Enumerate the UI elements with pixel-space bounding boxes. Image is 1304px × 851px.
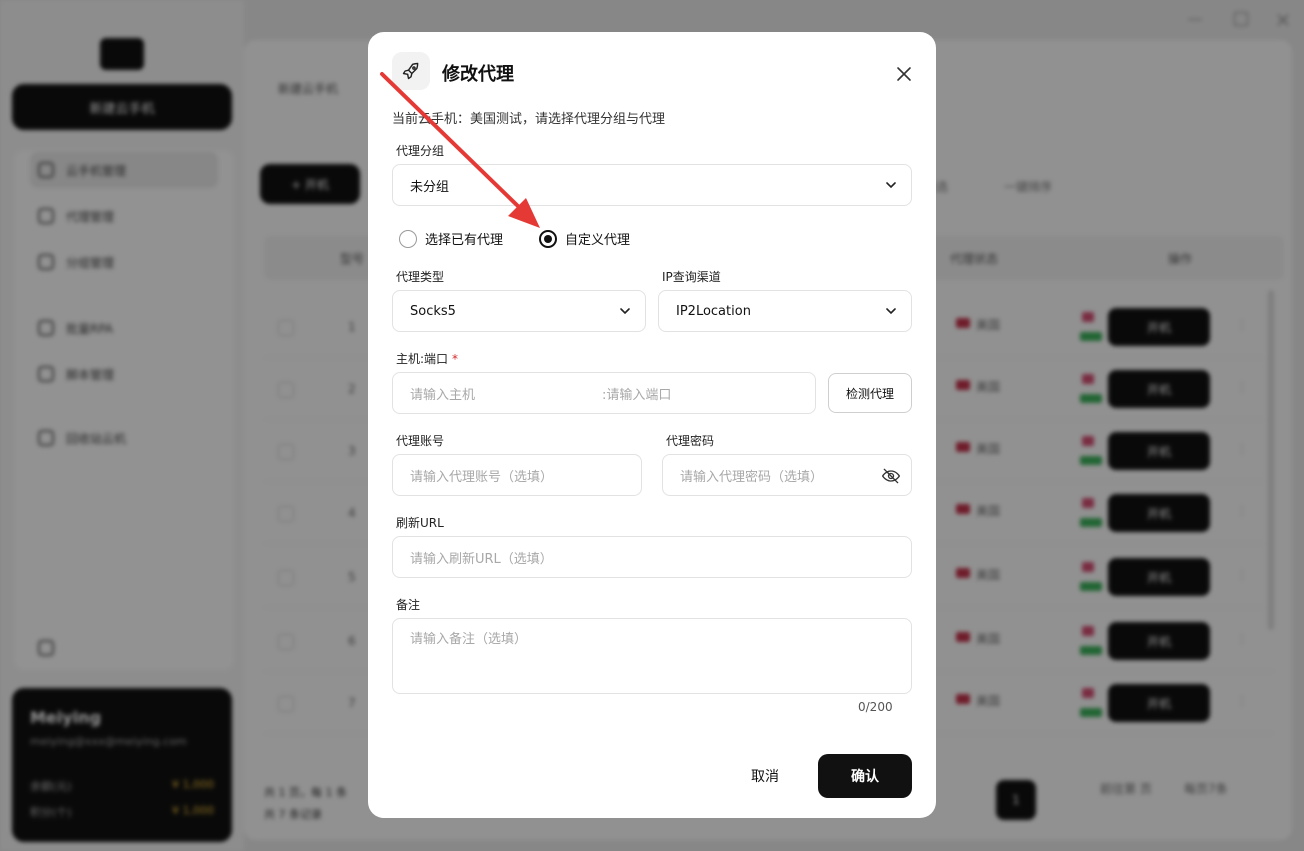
radio-circle-selected bbox=[539, 229, 557, 248]
chevron-down-icon bbox=[886, 308, 896, 315]
proxy-account-input[interactable]: 请输入代理账号（选填） bbox=[392, 454, 642, 496]
host-input[interactable]: 请输入主机 bbox=[410, 384, 602, 403]
refresh-url-input[interactable]: 请输入刷新URL（选填） bbox=[392, 536, 912, 578]
edit-proxy-modal: 修改代理 当前云手机：美国测试，请选择代理分组与代理 代理分组 未分组 选择已有… bbox=[368, 32, 936, 818]
chevron-down-icon bbox=[620, 308, 630, 315]
confirm-button[interactable]: 确认 bbox=[818, 754, 912, 798]
modal-description: 当前云手机：美国测试，请选择代理分组与代理 bbox=[392, 112, 666, 127]
modal-title: 修改代理 bbox=[442, 64, 514, 85]
radio-custom-proxy[interactable]: 自定义代理 bbox=[539, 229, 630, 248]
close-icon[interactable] bbox=[892, 62, 916, 86]
proxy-type-label: 代理类型 bbox=[396, 270, 445, 284]
ip-channel-select[interactable]: IP2Location bbox=[658, 290, 912, 332]
proxy-password-input[interactable]: 请输入代理密码（选填） bbox=[662, 454, 912, 496]
proxy-account-label: 代理账号 bbox=[396, 434, 445, 448]
note-textarea[interactable]: 请输入备注（选填） bbox=[392, 618, 912, 694]
rocket-icon bbox=[392, 52, 430, 90]
eye-off-icon[interactable] bbox=[881, 466, 901, 486]
ip-channel-label: IP查询渠道 bbox=[662, 270, 721, 284]
host-port-field: 请输入主机 :请输入端口 bbox=[392, 372, 816, 414]
port-input[interactable]: :请输入端口 bbox=[602, 384, 671, 403]
chevron-down-icon bbox=[886, 182, 896, 189]
proxy-group-label: 代理分组 bbox=[396, 144, 445, 158]
cancel-button[interactable]: 取消 bbox=[728, 754, 802, 798]
host-port-label: 主机:端口 * bbox=[396, 352, 459, 366]
required-mark: * bbox=[452, 352, 459, 366]
note-counter: 0/200 bbox=[858, 700, 893, 714]
proxy-type-select[interactable]: Socks5 bbox=[392, 290, 646, 332]
detect-proxy-button[interactable]: 检测代理 bbox=[828, 373, 912, 413]
refresh-url-label: 刷新URL bbox=[396, 516, 444, 530]
note-label: 备注 bbox=[396, 598, 421, 612]
radio-circle bbox=[399, 229, 417, 248]
proxy-password-label: 代理密码 bbox=[666, 434, 715, 448]
proxy-group-select[interactable]: 未分组 bbox=[392, 164, 912, 206]
radio-existing-proxy[interactable]: 选择已有代理 bbox=[399, 229, 503, 248]
